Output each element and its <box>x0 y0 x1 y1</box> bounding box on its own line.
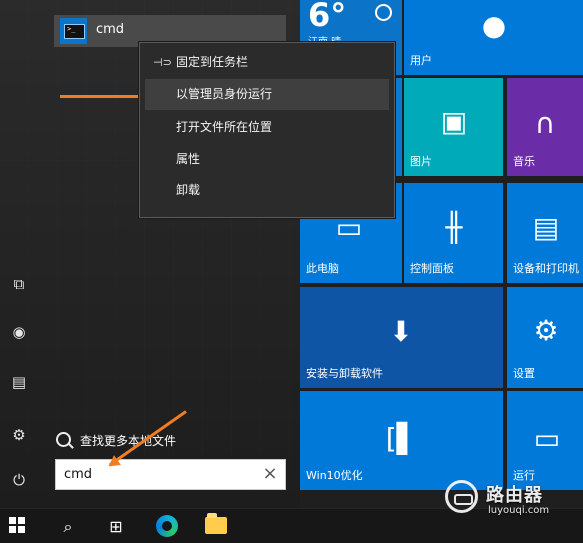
tile-win10-optimize-label: Win10优化 <box>306 469 363 482</box>
tile-user-label: 用户 <box>410 54 432 67</box>
tile-control-panel[interactable]: ╫ 控制面板 <box>404 183 503 283</box>
tile-settings-label: 设置 <box>513 367 535 380</box>
settings-gear-icon[interactable]: ⚙ <box>10 426 28 444</box>
run-icon: ▭ <box>533 422 561 455</box>
tile-user[interactable]: ● 用户 <box>404 0 583 75</box>
download-box-icon: ⬇ <box>389 315 413 348</box>
tile-this-pc-label: 此电脑 <box>306 262 339 275</box>
orange-annotation-arrow-admin <box>60 90 153 102</box>
headphones-icon: ∩ <box>534 107 556 140</box>
watermark: 路由器 luyouqi.com <box>443 475 573 521</box>
pin-icon: ⊣⊃ <box>153 56 172 69</box>
tile-music[interactable]: ∩ 音乐 <box>507 78 583 176</box>
menu-open-file-location[interactable]: 打开文件所在位置 <box>145 112 389 143</box>
watermark-title: 路由器 <box>486 485 543 506</box>
tile-control-panel-label: 控制面板 <box>410 262 454 275</box>
sun-icon <box>375 4 392 21</box>
image-icon: ▣ <box>440 105 468 138</box>
search-icon <box>56 432 71 447</box>
tile-pictures-label: 图片 <box>410 155 432 168</box>
pictures-icon[interactable]: ▤ <box>10 373 28 391</box>
cmd-result-label: cmd <box>96 22 125 37</box>
watermark-subtitle: luyouqi.com <box>488 505 550 516</box>
menu-uninstall-label: 卸载 <box>176 183 201 197</box>
weather-temperature: 6° <box>308 0 347 34</box>
menu-run-as-administrator[interactable]: 以管理员身份运行 <box>145 79 389 110</box>
search-input[interactable]: cmd × <box>55 459 286 490</box>
menu-run-as-administrator-label: 以管理员身份运行 <box>176 87 273 101</box>
documents-icon[interactable]: ⧉ <box>10 275 28 293</box>
menu-uninstall[interactable]: 卸载 <box>145 175 389 206</box>
start-side-rail: ⧉ ◉ ▤ ⚙ ⏻ <box>0 250 38 500</box>
task-view-icon[interactable]: ⊞ <box>106 517 126 537</box>
power-icon[interactable]: ⏻ <box>10 471 28 489</box>
tile-devices-printers[interactable]: ▤ 设备和打印机 <box>507 183 583 283</box>
control-panel-icon: ╫ <box>445 211 463 244</box>
cmd-icon <box>60 18 87 44</box>
tile-install-uninstall-label: 安装与卸载软件 <box>306 367 383 380</box>
menu-open-file-location-label: 打开文件所在位置 <box>176 120 273 134</box>
menu-properties[interactable]: 属性 <box>145 144 389 175</box>
user-icon: ● <box>481 9 507 42</box>
tile-pictures[interactable]: ▣ 图片 <box>404 78 503 176</box>
more-local-files-label: 查找更多本地文件 <box>80 434 177 448</box>
tile-music-label: 音乐 <box>513 155 535 168</box>
optimize-icon: [▌ <box>385 422 419 455</box>
tile-devices-printers-label: 设备和打印机 <box>513 262 579 275</box>
taskbar-search-icon[interactable]: ⌕ <box>58 517 78 537</box>
tile-install-uninstall[interactable]: ⬇ 安装与卸载软件 <box>300 287 503 388</box>
user-avatar-icon[interactable]: ◉ <box>10 323 28 341</box>
edge-browser-icon[interactable] <box>156 515 178 537</box>
printer-icon: ▤ <box>532 211 560 244</box>
search-input-value: cmd <box>64 467 93 482</box>
cmd-context-menu: ⊣⊃ 固定到任务栏 以管理员身份运行 打开文件所在位置 属性 卸载 <box>139 42 395 218</box>
more-local-files-link[interactable]: 查找更多本地文件 <box>56 431 266 451</box>
file-explorer-icon[interactable] <box>205 513 227 534</box>
router-logo-icon <box>445 480 478 513</box>
clear-search-icon[interactable]: × <box>262 465 278 483</box>
monitor-icon: ▭ <box>335 211 363 244</box>
menu-pin-to-taskbar-label: 固定到任务栏 <box>176 55 249 69</box>
menu-properties-label: 属性 <box>176 152 201 166</box>
windows-start-icon[interactable] <box>9 517 25 533</box>
tile-settings[interactable]: ⚙ 设置 <box>507 287 583 388</box>
gear-icon: ⚙ <box>533 314 559 347</box>
menu-pin-to-taskbar[interactable]: ⊣⊃ 固定到任务栏 <box>145 47 389 78</box>
